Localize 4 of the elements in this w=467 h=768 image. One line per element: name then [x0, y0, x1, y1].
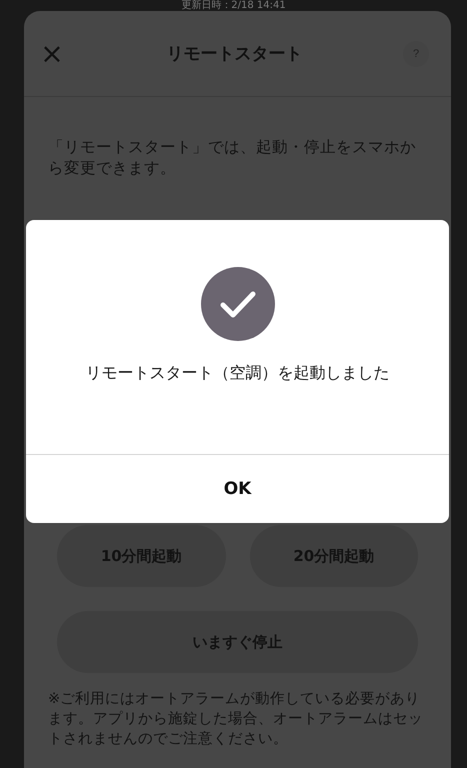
- dialog-message: リモートスタート（空調）を起動しました: [86, 363, 390, 384]
- ok-button[interactable]: OK: [26, 455, 449, 523]
- close-button[interactable]: ×: [38, 37, 66, 70]
- check-icon: [200, 267, 274, 341]
